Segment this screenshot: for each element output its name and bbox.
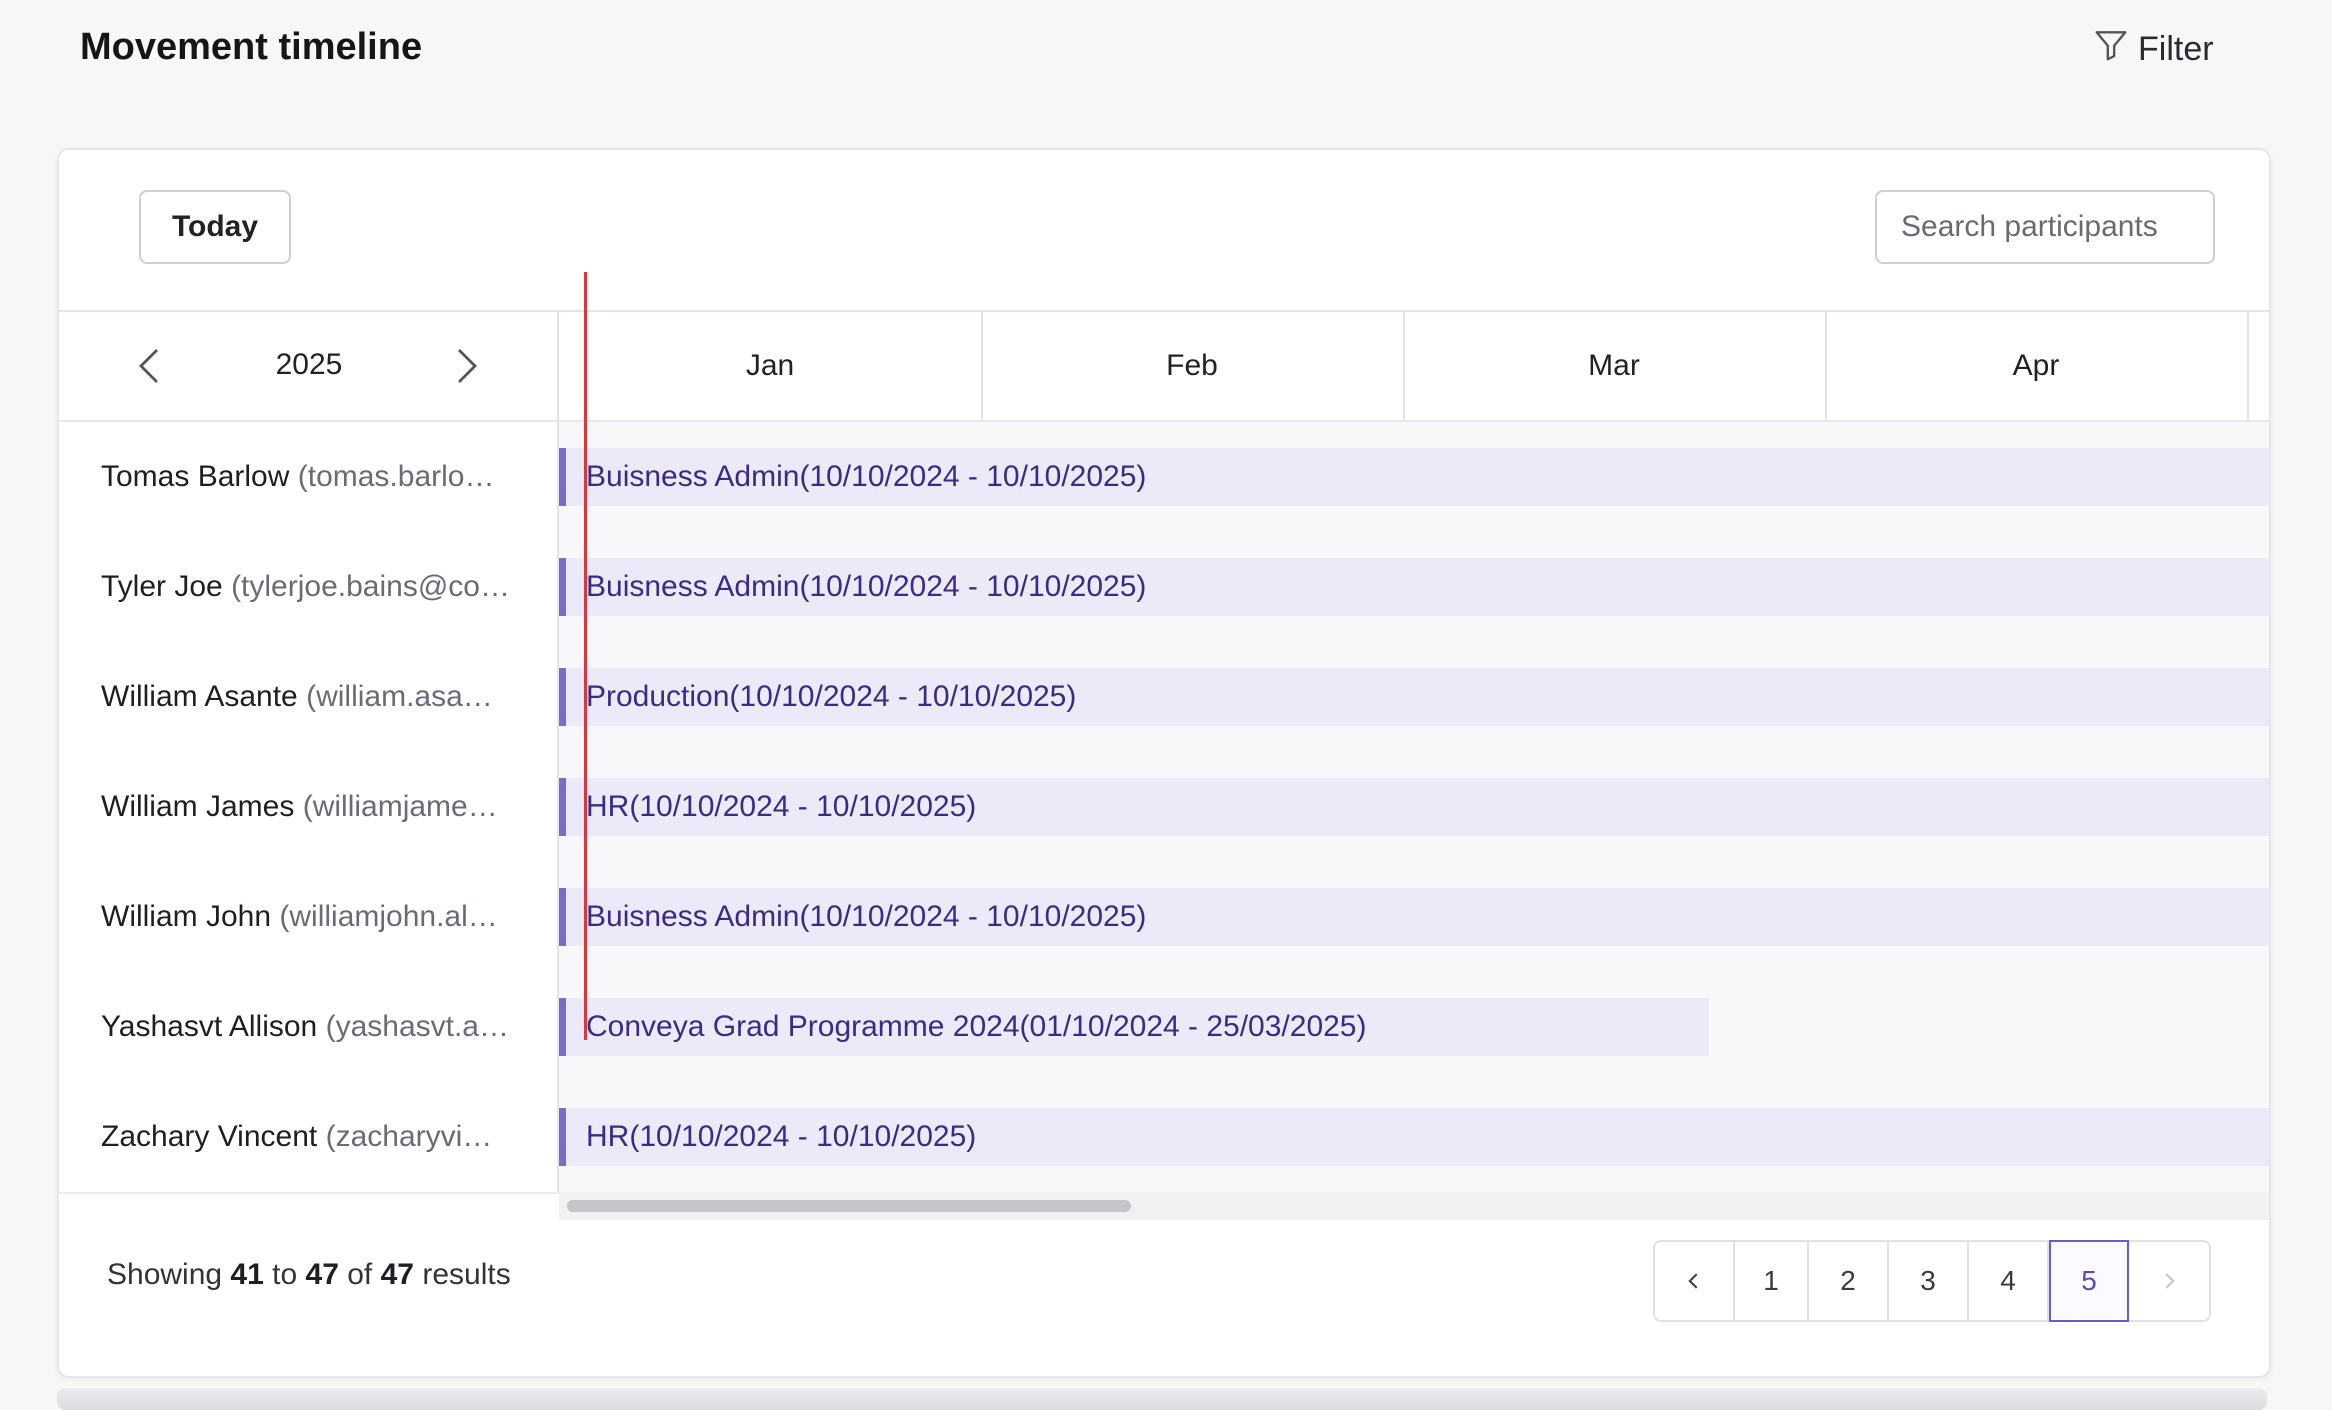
participant-name: William Asante (101, 680, 298, 713)
year-label: 2025 (275, 348, 343, 381)
timeline-row: William Asante (william.asa… Production(1… (59, 642, 2269, 754)
participant-email: (williamjame… (302, 790, 498, 823)
today-button[interactable]: Today (139, 190, 291, 264)
filter-button[interactable]: Filter (2092, 26, 2214, 73)
participant-name: William James (101, 790, 295, 823)
page-button-2[interactable]: 2 (1809, 1242, 1889, 1320)
participant-cell[interactable]: William James (williamjame… (59, 752, 559, 862)
page-button-5[interactable]: 5 (2049, 1240, 2129, 1322)
timeline-track: HR(10/10/2024 - 10/10/2025) (559, 752, 2269, 862)
participant-cell[interactable]: William Asante (william.asa… (59, 642, 559, 752)
timeline-track: Production(10/10/2024 - 10/10/2025) (559, 642, 2269, 752)
year-selector: 2025 (59, 312, 559, 420)
participant-cell[interactable]: Zachary Vincent (zacharyvi… (59, 1082, 559, 1192)
search-participants-input[interactable] (1875, 190, 2215, 264)
month-header-apr: Apr (1825, 312, 2249, 420)
participant-cell[interactable]: Tomas Barlow (tomas.barlo… (59, 422, 559, 532)
timeline-row: Zachary Vincent (zacharyvi… HR(10/10/2024… (59, 1082, 2269, 1194)
page-button-3[interactable]: 3 (1889, 1242, 1969, 1320)
participant-email: (william.asa… (306, 680, 493, 713)
page-button-1[interactable]: 1 (1735, 1242, 1809, 1320)
timeline-row: Tyler Joe (tylerjoe.bains@co… Buisness Ad… (59, 532, 2269, 644)
participant-name-label: Yashasvt Allison (yashasvt.a… (59, 1010, 521, 1044)
results-summary: Showing 41 to 47 of 47 results (107, 1258, 511, 1291)
timeline-track: Conveya Grad Programme 2024(01/10/2024 -… (559, 972, 2269, 1082)
previous-year-button[interactable] (129, 342, 169, 390)
participant-name-label: Tyler Joe (tylerjoe.bains@co… (59, 570, 521, 604)
page-bottom-shadow (57, 1388, 2267, 1410)
results-total: 47 (380, 1258, 414, 1291)
movement-bar[interactable]: Buisness Admin(10/10/2024 - 10/10/2025) (559, 558, 2269, 616)
participant-cell[interactable]: William John (williamjohn.al… (59, 862, 559, 972)
timeline-row: William John (williamjohn.al… Buisness Ad… (59, 862, 2269, 974)
participant-name-label: William Asante (william.asa… (59, 680, 521, 714)
pagination: 12345 (1653, 1240, 2211, 1322)
results-from: 41 (230, 1258, 264, 1291)
today-marker-line (584, 272, 587, 1040)
horizontal-scrollbar[interactable] (559, 1192, 2269, 1220)
month-header-jan: Jan (559, 312, 983, 420)
participant-name: Zachary Vincent (101, 1120, 318, 1153)
results-to: 47 (305, 1258, 339, 1291)
participant-name-label: William John (williamjohn.al… (59, 900, 521, 934)
timeline-track: Buisness Admin(10/10/2024 - 10/10/2025) (559, 422, 2269, 532)
month-header-feb: Feb (981, 312, 1405, 420)
participant-name: Tomas Barlow (101, 460, 290, 493)
filter-label: Filter (2138, 30, 2214, 68)
timeline-row: William James (williamjame… HR(10/10/2024… (59, 752, 2269, 864)
movement-bar[interactable]: Production(10/10/2024 - 10/10/2025) (559, 668, 2269, 726)
timeline-header: 2025 Jan Feb Mar Apr (59, 312, 2269, 422)
participant-name: Tyler Joe (101, 570, 223, 603)
timeline-row: Yashasvt Allison (yashasvt.a… Conveya Gra… (59, 972, 2269, 1084)
participant-email: (williamjohn.al… (279, 900, 498, 933)
participant-cell[interactable]: Yashasvt Allison (yashasvt.a… (59, 972, 559, 1082)
month-header-mar: Mar (1403, 312, 1827, 420)
participant-name: Yashasvt Allison (101, 1010, 318, 1043)
timeline-card: Today 2025 JanFebMarApr Tomas Barlow (to… (57, 148, 2271, 1378)
participant-cell[interactable]: Tyler Joe (tylerjoe.bains@co… (59, 532, 559, 642)
participant-email: (zacharyvi… (325, 1120, 493, 1153)
timeline-row: Tomas Barlow (tomas.barlo… Buisness Admin… (59, 422, 2269, 534)
participant-name-label: Zachary Vincent (zacharyvi… (59, 1120, 521, 1154)
participant-email: (yashasvt.a… (325, 1010, 509, 1043)
participant-name-label: William James (williamjame… (59, 790, 521, 824)
movement-bar[interactable]: HR(10/10/2024 - 10/10/2025) (559, 1108, 2269, 1166)
page-title: Movement timeline (80, 26, 423, 68)
timeline-track: Buisness Admin(10/10/2024 - 10/10/2025) (559, 862, 2269, 972)
movement-bar[interactable]: Buisness Admin(10/10/2024 - 10/10/2025) (559, 888, 2269, 946)
next-page-button[interactable] (2129, 1242, 2209, 1320)
funnel-icon (2092, 26, 2130, 73)
participant-email: (tomas.barlo… (297, 460, 495, 493)
participant-name: William John (101, 900, 272, 933)
scrollbar-thumb[interactable] (567, 1200, 1131, 1212)
participant-name-label: Tomas Barlow (tomas.barlo… (59, 460, 521, 494)
previous-page-button[interactable] (1655, 1242, 1735, 1320)
movement-bar[interactable]: Conveya Grad Programme 2024(01/10/2024 -… (559, 998, 1709, 1056)
timeline-track: Buisness Admin(10/10/2024 - 10/10/2025) (559, 532, 2269, 642)
timeline-track: HR(10/10/2024 - 10/10/2025) (559, 1082, 2269, 1192)
movement-bar[interactable]: HR(10/10/2024 - 10/10/2025) (559, 778, 2269, 836)
page-button-4[interactable]: 4 (1969, 1242, 2049, 1320)
next-year-button[interactable] (447, 342, 487, 390)
timeline-toolbar: Today (59, 150, 2269, 312)
participant-email: (tylerjoe.bains@co… (231, 570, 510, 603)
movement-bar[interactable]: Buisness Admin(10/10/2024 - 10/10/2025) (559, 448, 2269, 506)
